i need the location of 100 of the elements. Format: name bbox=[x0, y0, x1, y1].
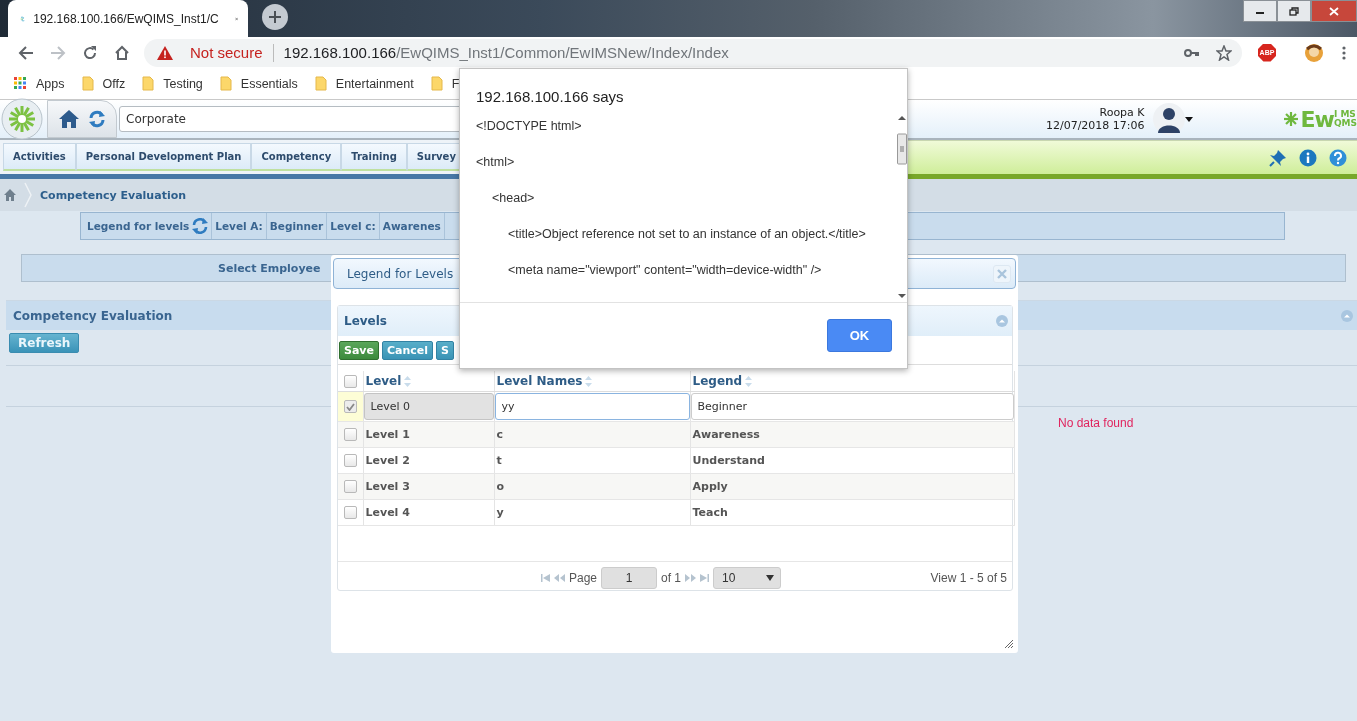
refresh-icon[interactable] bbox=[88, 110, 106, 128]
home-icon[interactable] bbox=[4, 189, 16, 201]
next-page-icon[interactable] bbox=[685, 574, 697, 582]
menu-icon[interactable] bbox=[1342, 44, 1346, 61]
level-cell: Level 2 bbox=[365, 454, 410, 467]
apps-grid-icon bbox=[14, 77, 27, 90]
security-label: Not secure bbox=[190, 44, 263, 61]
bookmark[interactable]: Offz bbox=[81, 76, 126, 91]
folder-icon bbox=[430, 76, 443, 91]
level-name-cell: o bbox=[496, 480, 505, 493]
caret-icon[interactable] bbox=[1184, 116, 1193, 122]
close-icon bbox=[1329, 6, 1339, 16]
menu-tab[interactable]: Training bbox=[341, 143, 407, 171]
resize-grip-icon[interactable] bbox=[1005, 640, 1013, 648]
message-line: <title>Object reference not set to an instance of an object.</title> bbox=[507, 226, 867, 243]
browser-tab[interactable]: 192.168.100.166/EwQIMS_Inst1/C bbox=[8, 0, 248, 37]
bookmark[interactable]: Testing bbox=[142, 76, 203, 91]
grid-title: Levels bbox=[344, 314, 387, 328]
logo-text: QMS bbox=[1333, 119, 1357, 128]
bookmark[interactable]: F bbox=[430, 76, 460, 91]
logo-icon[interactable] bbox=[1, 98, 43, 140]
menu-tab[interactable]: Activities bbox=[3, 143, 76, 171]
folder-icon bbox=[142, 76, 155, 91]
page-size-select[interactable]: 10 bbox=[713, 567, 782, 589]
level-field[interactable]: Level 0 bbox=[363, 393, 494, 420]
first-page-icon[interactable] bbox=[541, 574, 550, 582]
reload-icon[interactable] bbox=[82, 44, 98, 61]
level-cell: Level 4 bbox=[365, 506, 410, 519]
close-button[interactable] bbox=[1311, 0, 1357, 22]
alert-title: 192.168.100.166 says bbox=[475, 87, 625, 107]
forward-icon[interactable] bbox=[50, 44, 66, 61]
last-page-icon[interactable] bbox=[700, 574, 710, 582]
date-time: 12/07/2018 17:06 bbox=[1045, 119, 1145, 132]
checkbox[interactable] bbox=[343, 480, 357, 493]
user-name: Roopa K bbox=[1099, 106, 1145, 119]
folder-icon bbox=[314, 76, 327, 91]
legend-cell: Teach bbox=[692, 506, 728, 519]
checkbox[interactable] bbox=[343, 400, 357, 413]
panel-title: Competency Evaluation bbox=[13, 308, 173, 323]
url-text[interactable]: 192.168.100.166/EwQIMS_Inst1/Common/EwIMSNew/Index/Index bbox=[283, 44, 729, 61]
plus-icon bbox=[268, 9, 282, 24]
legend-value: Beginner bbox=[266, 213, 328, 239]
column-header[interactable]: Level Names bbox=[496, 374, 583, 388]
column-header[interactable]: Level bbox=[365, 374, 402, 388]
level-name-cell: c bbox=[496, 428, 504, 441]
dialog-title: Legend for Levels bbox=[347, 266, 454, 281]
refresh-icon[interactable] bbox=[192, 218, 209, 234]
message-line: <head> bbox=[491, 190, 536, 207]
legend-cell: Awareness bbox=[692, 428, 760, 441]
legend-cell: Understand bbox=[692, 454, 765, 467]
logo-text: I MS bbox=[1333, 110, 1357, 119]
page-field[interactable]: 1 bbox=[601, 567, 658, 589]
folder-icon bbox=[219, 76, 232, 91]
checkbox[interactable] bbox=[343, 506, 357, 519]
breadcrumb-link[interactable]: Competency Evaluation bbox=[40, 188, 187, 202]
home-icon[interactable] bbox=[58, 109, 80, 129]
page-label: Page bbox=[569, 571, 598, 585]
minimize-button[interactable] bbox=[1243, 0, 1277, 22]
menu-tab[interactable]: Personal Development Plan bbox=[75, 143, 252, 171]
dropdown-arrow-icon bbox=[766, 575, 775, 581]
select-employee-label: Select Employee bbox=[218, 261, 321, 275]
scrollbar[interactable] bbox=[897, 114, 907, 300]
maximize-button[interactable] bbox=[1277, 0, 1311, 22]
level-name-field[interactable]: yy bbox=[494, 393, 690, 420]
user-avatar-icon[interactable] bbox=[1152, 103, 1185, 135]
checkbox[interactable] bbox=[343, 454, 357, 467]
new-tab-button[interactable] bbox=[262, 3, 288, 30]
save-button[interactable]: Save bbox=[339, 340, 379, 360]
home-icon[interactable] bbox=[114, 44, 130, 61]
column-header[interactable]: Legend bbox=[692, 374, 743, 388]
legend-cell: Apply bbox=[692, 480, 728, 493]
collapse-icon[interactable] bbox=[1341, 309, 1353, 322]
star-icon[interactable] bbox=[1216, 44, 1232, 61]
previous-page-icon[interactable] bbox=[554, 574, 565, 582]
info-icon[interactable] bbox=[1299, 148, 1317, 167]
extension-icon[interactable] bbox=[1304, 42, 1324, 63]
message-line: <!DOCTYPE html> bbox=[476, 118, 583, 135]
checkmark-icon bbox=[345, 402, 355, 411]
warning-icon bbox=[156, 44, 174, 61]
empty-message: No data found bbox=[1058, 416, 1134, 430]
legend-label: Level c: bbox=[327, 213, 380, 239]
folder-icon bbox=[81, 76, 94, 91]
checkbox[interactable] bbox=[343, 428, 357, 441]
tab-title: 192.168.100.166/EwQIMS_Inst1/C bbox=[33, 11, 219, 26]
level-cell: Level 3 bbox=[365, 480, 410, 493]
legend-field[interactable]: Beginner bbox=[690, 393, 1014, 420]
collapse-icon[interactable] bbox=[996, 315, 1008, 327]
restore-icon bbox=[1289, 6, 1299, 16]
pin-icon[interactable] bbox=[1269, 148, 1287, 167]
bookmark[interactable]: Essentials bbox=[219, 76, 298, 91]
bookmark[interactable]: Apps bbox=[14, 76, 65, 91]
key-icon[interactable] bbox=[1184, 46, 1200, 59]
address-bar[interactable]: Not secure 192.168.100.166/EwQIMS_Inst1/Common/EwIMSNew/Index/Index bbox=[144, 38, 1242, 67]
level-cell: Level 1 bbox=[365, 428, 410, 441]
legend-title: Legend for levels bbox=[87, 220, 190, 232]
back-icon[interactable] bbox=[18, 44, 34, 61]
menu-tab[interactable]: Competency bbox=[251, 143, 342, 171]
help-icon[interactable] bbox=[1329, 148, 1347, 167]
bookmark[interactable]: Entertainment bbox=[314, 76, 414, 91]
checkbox[interactable] bbox=[343, 374, 357, 388]
